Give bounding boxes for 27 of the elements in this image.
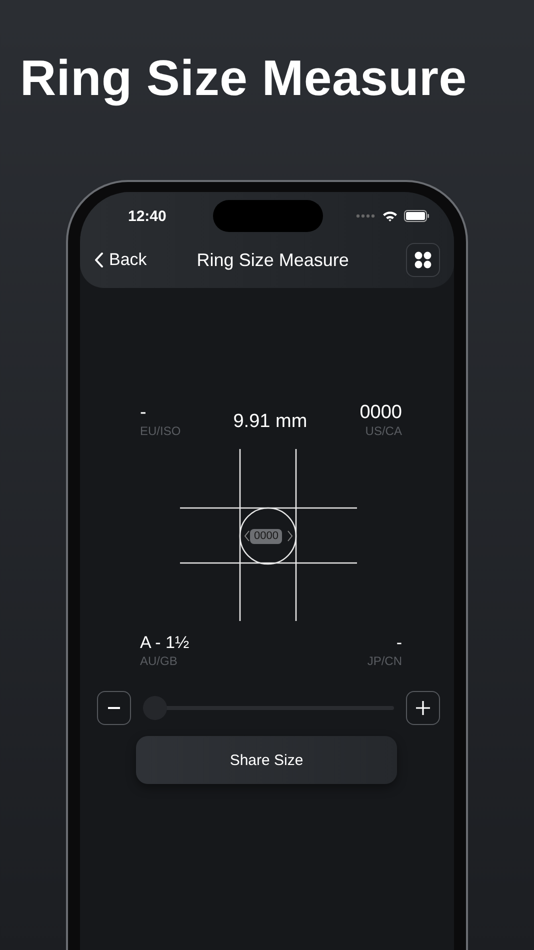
size-value: 0000 — [360, 403, 402, 423]
status-time: 12:40 — [128, 208, 168, 224]
size-value: - — [396, 633, 402, 653]
chevron-left-icon — [94, 252, 104, 268]
size-system-label: EU/ISO — [140, 423, 181, 439]
battery-icon — [404, 210, 430, 222]
menu-button[interactable] — [406, 243, 440, 277]
size-system-label: US/CA — [365, 423, 402, 439]
signal-icon — [356, 214, 376, 218]
diameter-value: 9.91 mm — [233, 411, 308, 433]
size-value: A - 1½ — [140, 633, 190, 653]
chevron-left-icon[interactable] — [244, 530, 250, 542]
wifi-icon — [382, 210, 398, 222]
chevron-right-icon[interactable] — [287, 530, 293, 542]
decrease-button[interactable] — [97, 691, 131, 725]
back-button[interactable]: Back — [94, 250, 147, 270]
headline: Ring Size Measure — [19, 49, 468, 108]
increase-button[interactable] — [406, 691, 440, 725]
size-badge: 0000 — [250, 529, 282, 544]
size-system-label: AU/GB — [140, 653, 178, 669]
size-system-label: JP/CN — [367, 653, 402, 669]
size-value: - — [140, 403, 148, 423]
minus-icon — [108, 707, 120, 709]
screen-title: Ring Size Measure — [196, 250, 349, 270]
share-button[interactable]: Share Size — [136, 736, 397, 784]
plus-icon — [416, 701, 430, 715]
four-dots-icon — [414, 251, 432, 269]
